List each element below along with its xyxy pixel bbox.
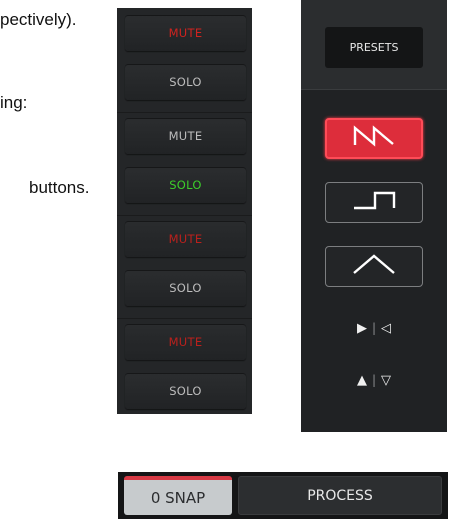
process-button[interactable]: PROCESS bbox=[238, 476, 442, 515]
solo-button-4[interactable]: SOLO bbox=[125, 373, 246, 409]
solo-button-1[interactable]: SOLO bbox=[125, 64, 246, 100]
play-left-outline-icon: ◁ bbox=[381, 320, 392, 336]
sawtooth-wave-icon bbox=[352, 125, 396, 152]
track-group-4: MUTE SOLO bbox=[117, 317, 252, 421]
square-shape-button[interactable] bbox=[325, 182, 423, 223]
arrow-separator: | bbox=[371, 373, 377, 387]
mute-button-1[interactable]: MUTE bbox=[125, 15, 246, 51]
mute-button-3[interactable]: MUTE bbox=[125, 221, 246, 257]
track-group-1: MUTE SOLO bbox=[117, 8, 252, 113]
arrow-separator: | bbox=[371, 321, 377, 335]
up-down-toggle[interactable]: ▲ | ▽ bbox=[325, 370, 423, 390]
doc-text-line-3: buttons. bbox=[29, 178, 90, 197]
track-group-3: MUTE SOLO bbox=[117, 214, 252, 319]
play-direction-toggle[interactable]: ▶ | ◁ bbox=[325, 318, 423, 338]
panel-header: PRESETS bbox=[301, 0, 447, 90]
mute-button-4[interactable]: MUTE bbox=[125, 324, 246, 360]
solo-button-3[interactable]: SOLO bbox=[125, 270, 246, 306]
arrow-down-outline-icon: ▽ bbox=[381, 372, 392, 388]
solo-button-2[interactable]: SOLO bbox=[125, 167, 246, 203]
triangle-wave-icon bbox=[351, 253, 397, 280]
track-group-2: MUTE SOLO bbox=[117, 111, 252, 216]
mute-button-2[interactable]: MUTE bbox=[125, 118, 246, 154]
play-right-icon: ▶ bbox=[356, 320, 367, 336]
arrow-up-icon: ▲ bbox=[356, 372, 367, 388]
doc-text-line-2: ing: bbox=[0, 93, 28, 112]
snap-button[interactable]: 0 SNAP bbox=[124, 476, 232, 515]
sawtooth-shape-button[interactable] bbox=[325, 118, 423, 159]
presets-button[interactable]: PRESETS bbox=[325, 27, 423, 68]
bottom-toolbar: 0 SNAP PROCESS bbox=[118, 472, 448, 519]
mute-solo-strip: MUTE SOLO MUTE SOLO MUTE SOLO MUTE SOLO bbox=[117, 8, 252, 414]
square-wave-icon bbox=[351, 189, 397, 216]
doc-text-line-1: pectively). bbox=[0, 10, 77, 29]
triangle-shape-button[interactable] bbox=[325, 246, 423, 287]
shape-panel: PRESETS ▶ | ◁ ▲ | ▽ bbox=[301, 0, 447, 432]
